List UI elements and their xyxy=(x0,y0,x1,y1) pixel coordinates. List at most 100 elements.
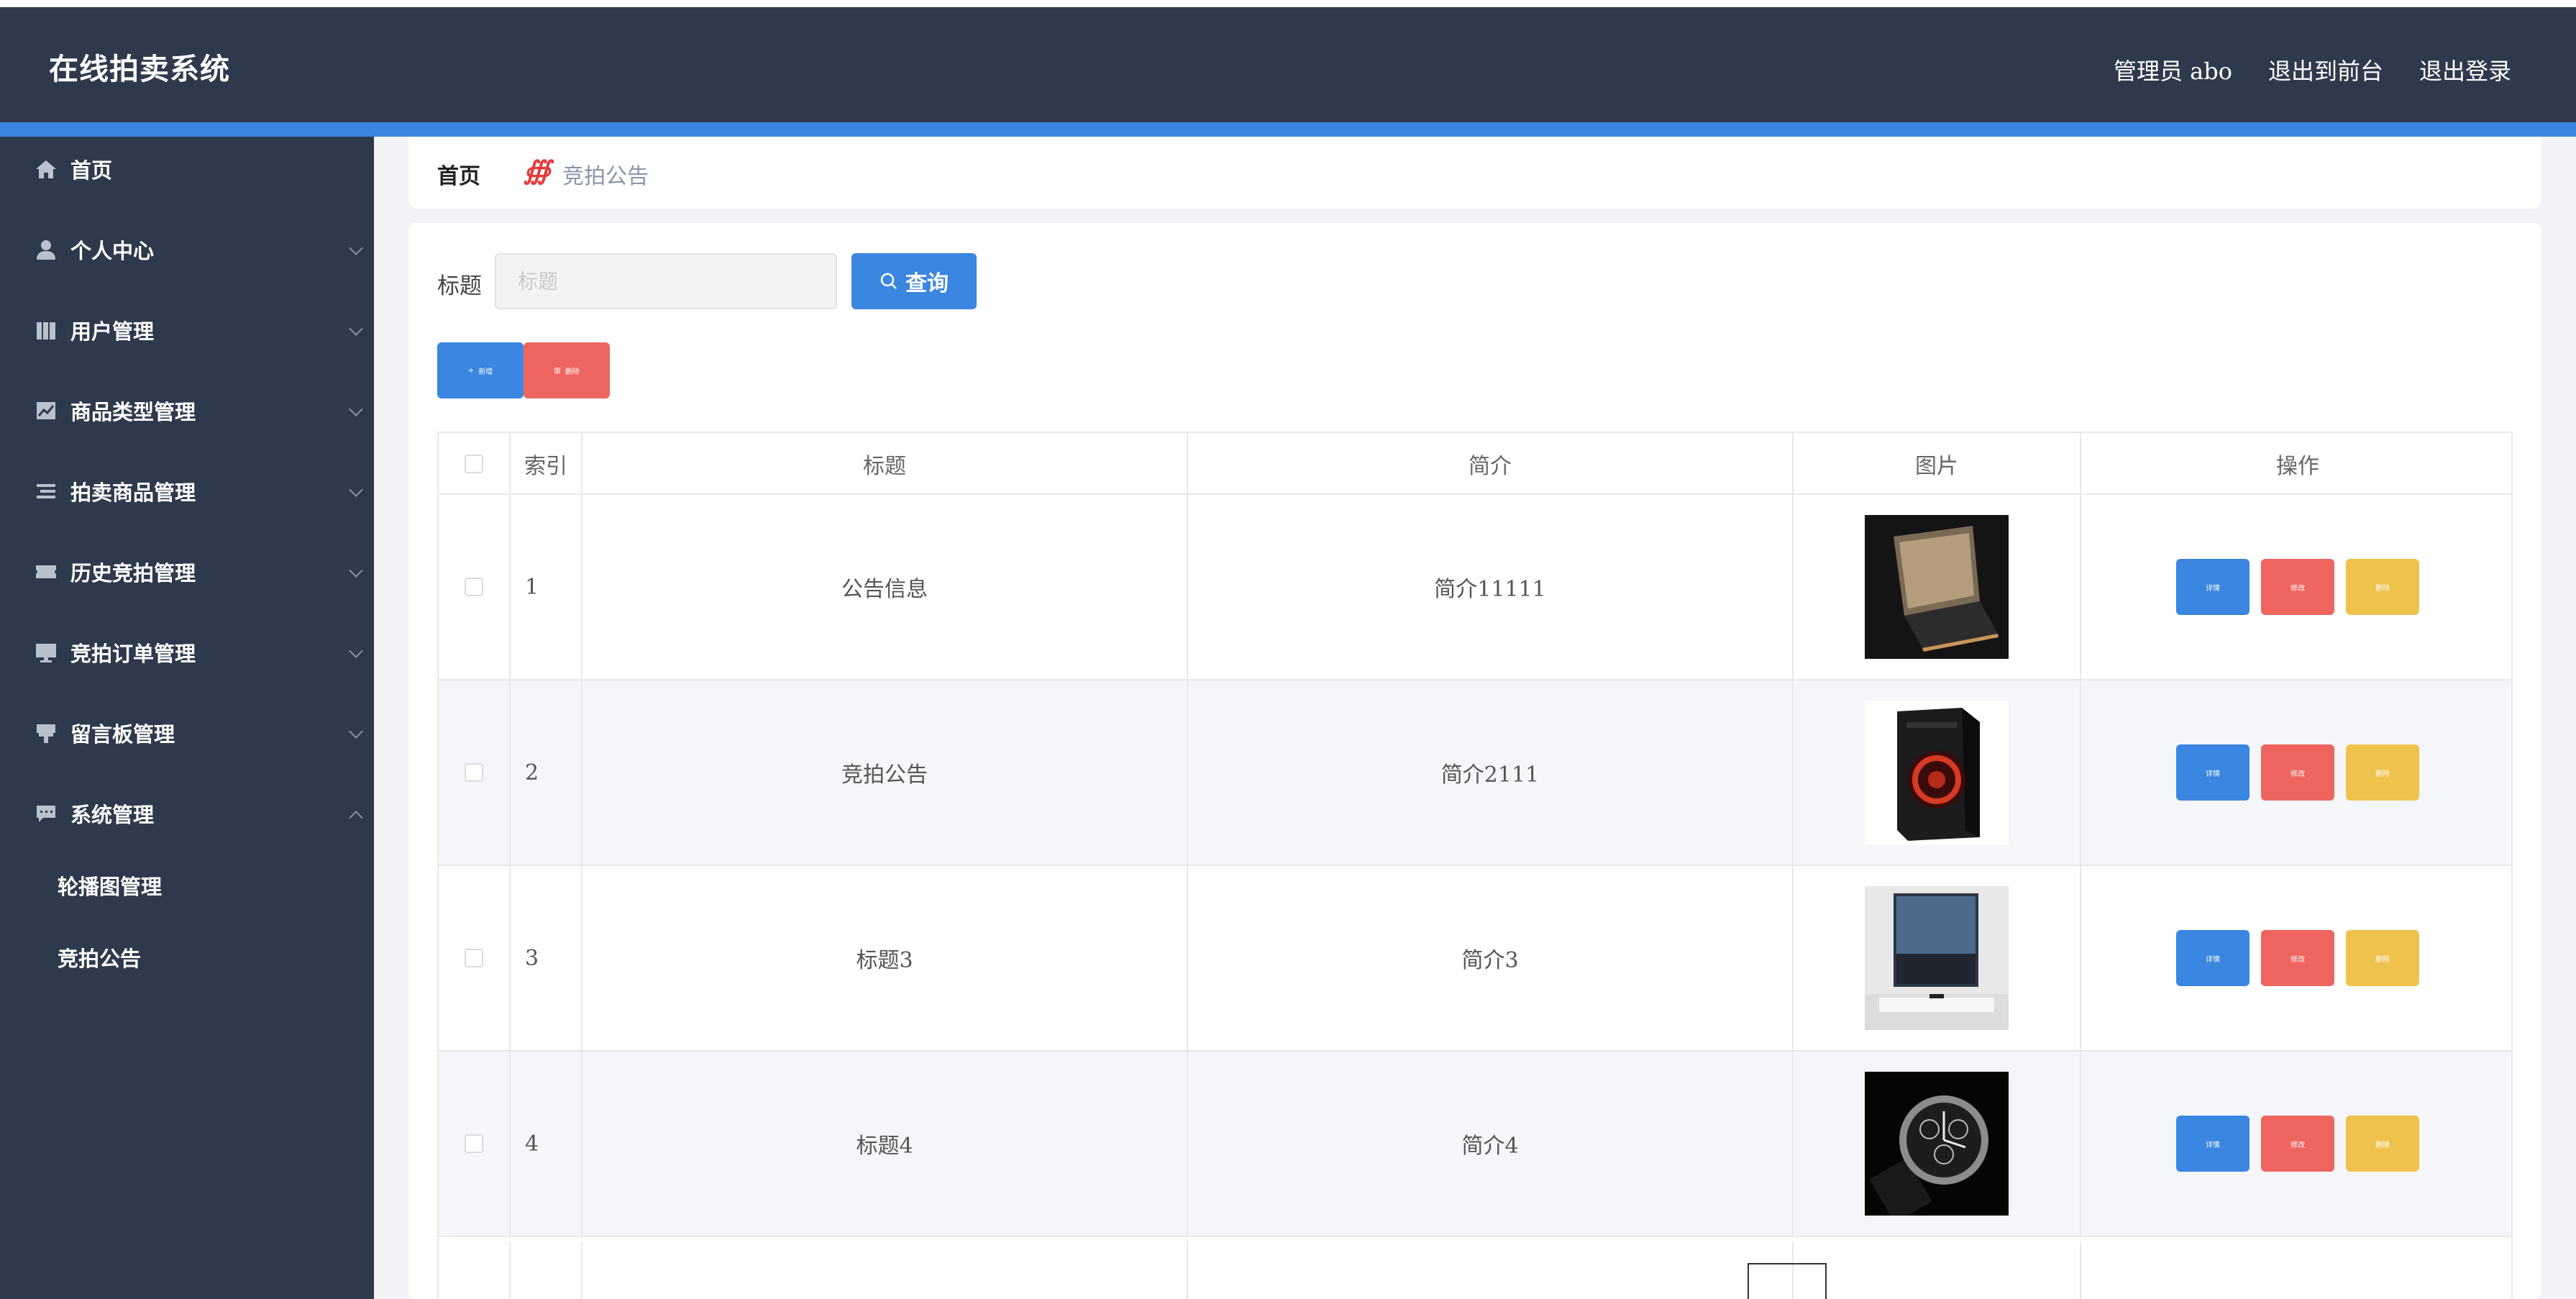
cell-intro xyxy=(1188,1241,1794,1299)
sidebar-item-user-management[interactable]: 用户管理 xyxy=(0,304,374,354)
ticket-icon xyxy=(36,565,56,578)
table-row: 4 标题4 简介4 详情 修改 删除 xyxy=(439,1052,2511,1237)
sidebar-item-label: 竞拍订单管理 xyxy=(70,642,196,666)
chevron-down-icon xyxy=(349,563,363,578)
sidebar-item-auction-goods[interactable]: 拍卖商品管理 xyxy=(0,465,374,515)
sidebar-item-label: 历史竞拍管理 xyxy=(70,561,196,585)
home-icon xyxy=(36,160,56,178)
detail-button[interactable]: 详情 xyxy=(2176,930,2250,986)
breadcrumb-home[interactable]: 首页 xyxy=(437,158,480,190)
cell-image xyxy=(1794,680,2081,865)
top-header: 在线拍卖系统 管理员 abo 退出到前台 退出登录 xyxy=(0,7,2576,122)
breadcrumb-separator: ∰ xyxy=(524,155,552,186)
table-row: 2 竞拍公告 简介2111 详情 修改 删除 xyxy=(439,680,2511,866)
delete-button[interactable]: 删除 xyxy=(2346,559,2419,615)
row-checkbox[interactable] xyxy=(465,763,483,782)
row-checkbox[interactable] xyxy=(465,949,483,967)
cell-index xyxy=(511,1241,583,1299)
partial-image xyxy=(1748,1263,1827,1299)
sidebar-subitem-carousel[interactable]: 轮播图管理 xyxy=(58,870,345,913)
sidebar-item-personal-center[interactable]: 个人中心 xyxy=(0,223,374,273)
query-button[interactable]: 查询 xyxy=(851,253,977,309)
exit-to-front-link[interactable]: 退出到前台 xyxy=(2268,53,2383,86)
edit-button[interactable]: 修改 xyxy=(2261,930,2334,986)
header-accent-strip xyxy=(0,122,2576,137)
sidebar-item-label: 商品类型管理 xyxy=(70,400,196,424)
select-all-checkbox[interactable] xyxy=(465,455,483,473)
logout-link[interactable]: 退出登录 xyxy=(2419,53,2511,86)
notice-table: 索引 标题 简介 图片 操作 1 公告信息 简介11111 详情 修改 删除 2… xyxy=(437,432,2513,1299)
cell-image xyxy=(1794,495,2081,679)
sidebar-subitem-bid-notice[interactable]: 竞拍公告 xyxy=(58,942,345,985)
sidebar-item-label: 留言板管理 xyxy=(70,722,175,747)
chevron-down-icon xyxy=(349,322,363,336)
monitor-icon xyxy=(36,644,56,662)
delete-button[interactable]: 删除 xyxy=(2346,744,2419,801)
breadcrumb: 首页 ∰ 竞拍公告 xyxy=(408,137,2541,209)
sidebar: 首页 个人中心 用户管理 商品类型管理 拍卖商品管理 历史竞拍管理 竞拍订单管理… xyxy=(0,137,374,1299)
cell-actions: 详情 修改 删除 xyxy=(2081,495,2511,679)
chevron-down-icon xyxy=(349,644,363,658)
sidebar-item-system[interactable]: 系统管理 xyxy=(0,787,374,837)
edit-button[interactable]: 修改 xyxy=(2261,1116,2334,1172)
edit-button[interactable]: 修改 xyxy=(2261,744,2334,801)
cell-title xyxy=(583,1241,1188,1299)
sidebar-item-history-bids[interactable]: 历史竞拍管理 xyxy=(0,545,374,596)
admin-user-label[interactable]: 管理员 abo xyxy=(2114,53,2232,86)
delete-button[interactable]: 删除 xyxy=(2346,1116,2419,1172)
board-icon xyxy=(37,724,55,743)
search-icon xyxy=(880,273,897,289)
header-actions: 管理员 abo 退出到前台 退出登录 xyxy=(2114,53,2511,86)
delete-button[interactable]: 删除 xyxy=(2346,930,2419,986)
chart-icon xyxy=(37,402,55,419)
add-button[interactable]: + 新增 xyxy=(437,342,524,398)
cell-intro: 简介2111 xyxy=(1188,680,1794,865)
detail-button[interactable]: 详情 xyxy=(2176,744,2250,801)
edit-button[interactable]: 修改 xyxy=(2261,559,2334,615)
list-icon xyxy=(37,484,55,498)
table-row: 3 标题3 简介3 详情 修改 删除 xyxy=(439,866,2511,1052)
chevron-down-icon xyxy=(349,724,363,739)
table-row: 1 公告信息 简介11111 详情 修改 删除 xyxy=(439,495,2511,680)
cell-intro: 简介11111 xyxy=(1188,495,1794,679)
query-button-label: 查询 xyxy=(905,271,949,296)
sidebar-item-label: 用户管理 xyxy=(70,319,155,344)
detail-button[interactable]: 详情 xyxy=(2176,559,2250,615)
cell-index: 3 xyxy=(511,866,583,1050)
watch-image xyxy=(1865,1072,2009,1216)
table-header: 索引 标题 简介 图片 操作 xyxy=(439,432,2511,495)
cell-index: 1 xyxy=(511,495,583,679)
cell-image xyxy=(1794,1052,2081,1236)
cell-intro: 简介4 xyxy=(1188,1052,1794,1236)
content-card: 标题 查询 + 新增 ▥ 删除 索引 标题 简介 图片 操作 xyxy=(408,223,2541,1299)
sidebar-item-label: 系统管理 xyxy=(70,803,155,827)
title-search-input[interactable] xyxy=(495,253,837,309)
pc-case-image xyxy=(1865,701,2009,844)
column-header-title: 标题 xyxy=(583,433,1188,495)
breadcrumb-current: 竞拍公告 xyxy=(562,164,649,189)
row-checkbox[interactable] xyxy=(465,1134,483,1153)
sidebar-item-bid-orders[interactable]: 竞拍订单管理 xyxy=(0,626,374,676)
message-icon xyxy=(37,806,55,822)
batch-delete-button[interactable]: ▥ 删除 xyxy=(524,342,610,398)
select-all-cell xyxy=(439,433,511,495)
cell-intro: 简介3 xyxy=(1188,866,1794,1050)
column-header-actions: 操作 xyxy=(2276,454,2319,479)
sidebar-item-home[interactable]: 首页 xyxy=(0,142,374,193)
cell-title: 标题3 xyxy=(583,866,1188,1050)
row-select-cell xyxy=(439,495,511,679)
row-select-cell xyxy=(439,680,511,865)
cell-title: 标题4 xyxy=(583,1052,1188,1236)
sidebar-item-product-type[interactable]: 商品类型管理 xyxy=(0,384,374,434)
chevron-down-icon xyxy=(349,483,363,497)
row-checkbox[interactable] xyxy=(465,578,483,596)
cell-title: 公告信息 xyxy=(583,495,1188,679)
sidebar-item-message-board[interactable]: 留言板管理 xyxy=(0,706,374,757)
tv-image xyxy=(1865,886,2009,1030)
detail-button[interactable]: 详情 xyxy=(2176,1116,2250,1172)
delete-button-label: 删除 xyxy=(565,368,580,376)
app-title: 在线拍卖系统 xyxy=(49,52,230,86)
search-label: 标题 xyxy=(437,273,482,299)
cell-actions: 详情 修改 删除 xyxy=(2081,866,2511,1050)
row-select-cell xyxy=(439,1241,511,1299)
